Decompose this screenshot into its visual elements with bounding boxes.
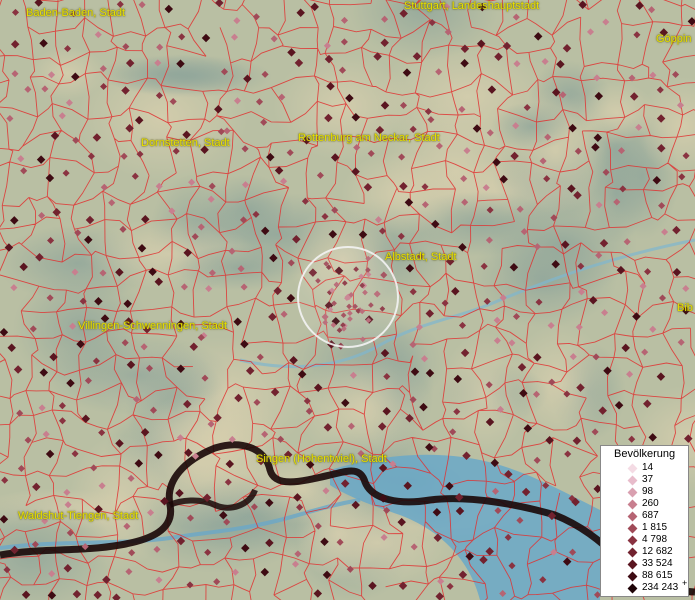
legend-row: 98: [601, 486, 687, 498]
label-albstadt: Albstadt, Stadt: [385, 251, 457, 263]
legend-row: 33 524: [601, 558, 687, 570]
legend-row: 88 615: [601, 570, 687, 582]
legend-swatch: [627, 487, 638, 498]
label-singen: Singen (Hohentwiel), Stadt: [256, 453, 387, 465]
legend-row: 687: [601, 510, 687, 522]
legend-value: 37: [642, 474, 654, 485]
terrain-patch: [340, 151, 462, 236]
legend-row: 260: [601, 498, 687, 510]
legend-swatch: [627, 535, 638, 546]
legend-value: 98: [642, 486, 654, 497]
label-baden-baden: Baden-Baden, Stadt: [26, 7, 126, 19]
population-legend: Bevölkerung 14 37 98 260 687 1 815 4 798 12 682…: [600, 445, 689, 597]
legend-value: 14: [642, 462, 654, 473]
legend-row: 37: [601, 474, 687, 486]
legend-value: 4 798: [642, 534, 668, 545]
legend-row: 234 243 +: [601, 578, 687, 594]
label-dornstetten: Dornstetten, Stadt: [141, 137, 230, 149]
label-biberach: Bib: [677, 302, 693, 314]
legend-value: 687: [642, 510, 659, 521]
legend-swatch: [627, 523, 638, 534]
terrain-patch: [490, 102, 573, 151]
label-waldshut-tiengen: Waldshut-Tiengen, Stadt: [18, 510, 139, 522]
legend-swatch: [627, 475, 638, 486]
label-stuttgart: Stuttgart, Landeshauptstadt: [404, 0, 540, 12]
legend-value: 234 243: [642, 582, 679, 593]
legend-swatch: [627, 583, 638, 594]
legend-value: 12 682: [642, 546, 673, 557]
legend-swatch: [627, 463, 638, 474]
label-goeppingen: Göppin: [656, 33, 692, 45]
legend-swatch: [627, 559, 638, 570]
legend-value: 33 524: [642, 558, 673, 569]
terrain-patch: [28, 47, 106, 100]
legend-swatch: [627, 499, 638, 510]
legend-value: 260: [642, 498, 659, 509]
legend-row: 14: [601, 462, 687, 474]
legend-plus: +: [682, 578, 688, 588]
selection-circle[interactable]: [297, 246, 399, 348]
label-villingen-schwenningen: Villingen-Schwenningen, Stadt: [78, 320, 228, 332]
legend-value: 1 815: [642, 522, 668, 533]
legend-swatch: [627, 571, 638, 582]
terrain-patch: [297, 352, 432, 463]
legend-value: 88 615: [642, 570, 673, 581]
legend-swatch: [627, 547, 638, 558]
legend-title: Bevölkerung: [614, 448, 676, 460]
legend-row: 1 815: [601, 522, 687, 534]
label-rottenburg: Rottenburg am Neckar, Stadt: [298, 132, 440, 144]
legend-row: 12 682: [601, 546, 687, 558]
legend-swatch: [627, 511, 638, 522]
legend-row: 4 798: [601, 534, 687, 546]
